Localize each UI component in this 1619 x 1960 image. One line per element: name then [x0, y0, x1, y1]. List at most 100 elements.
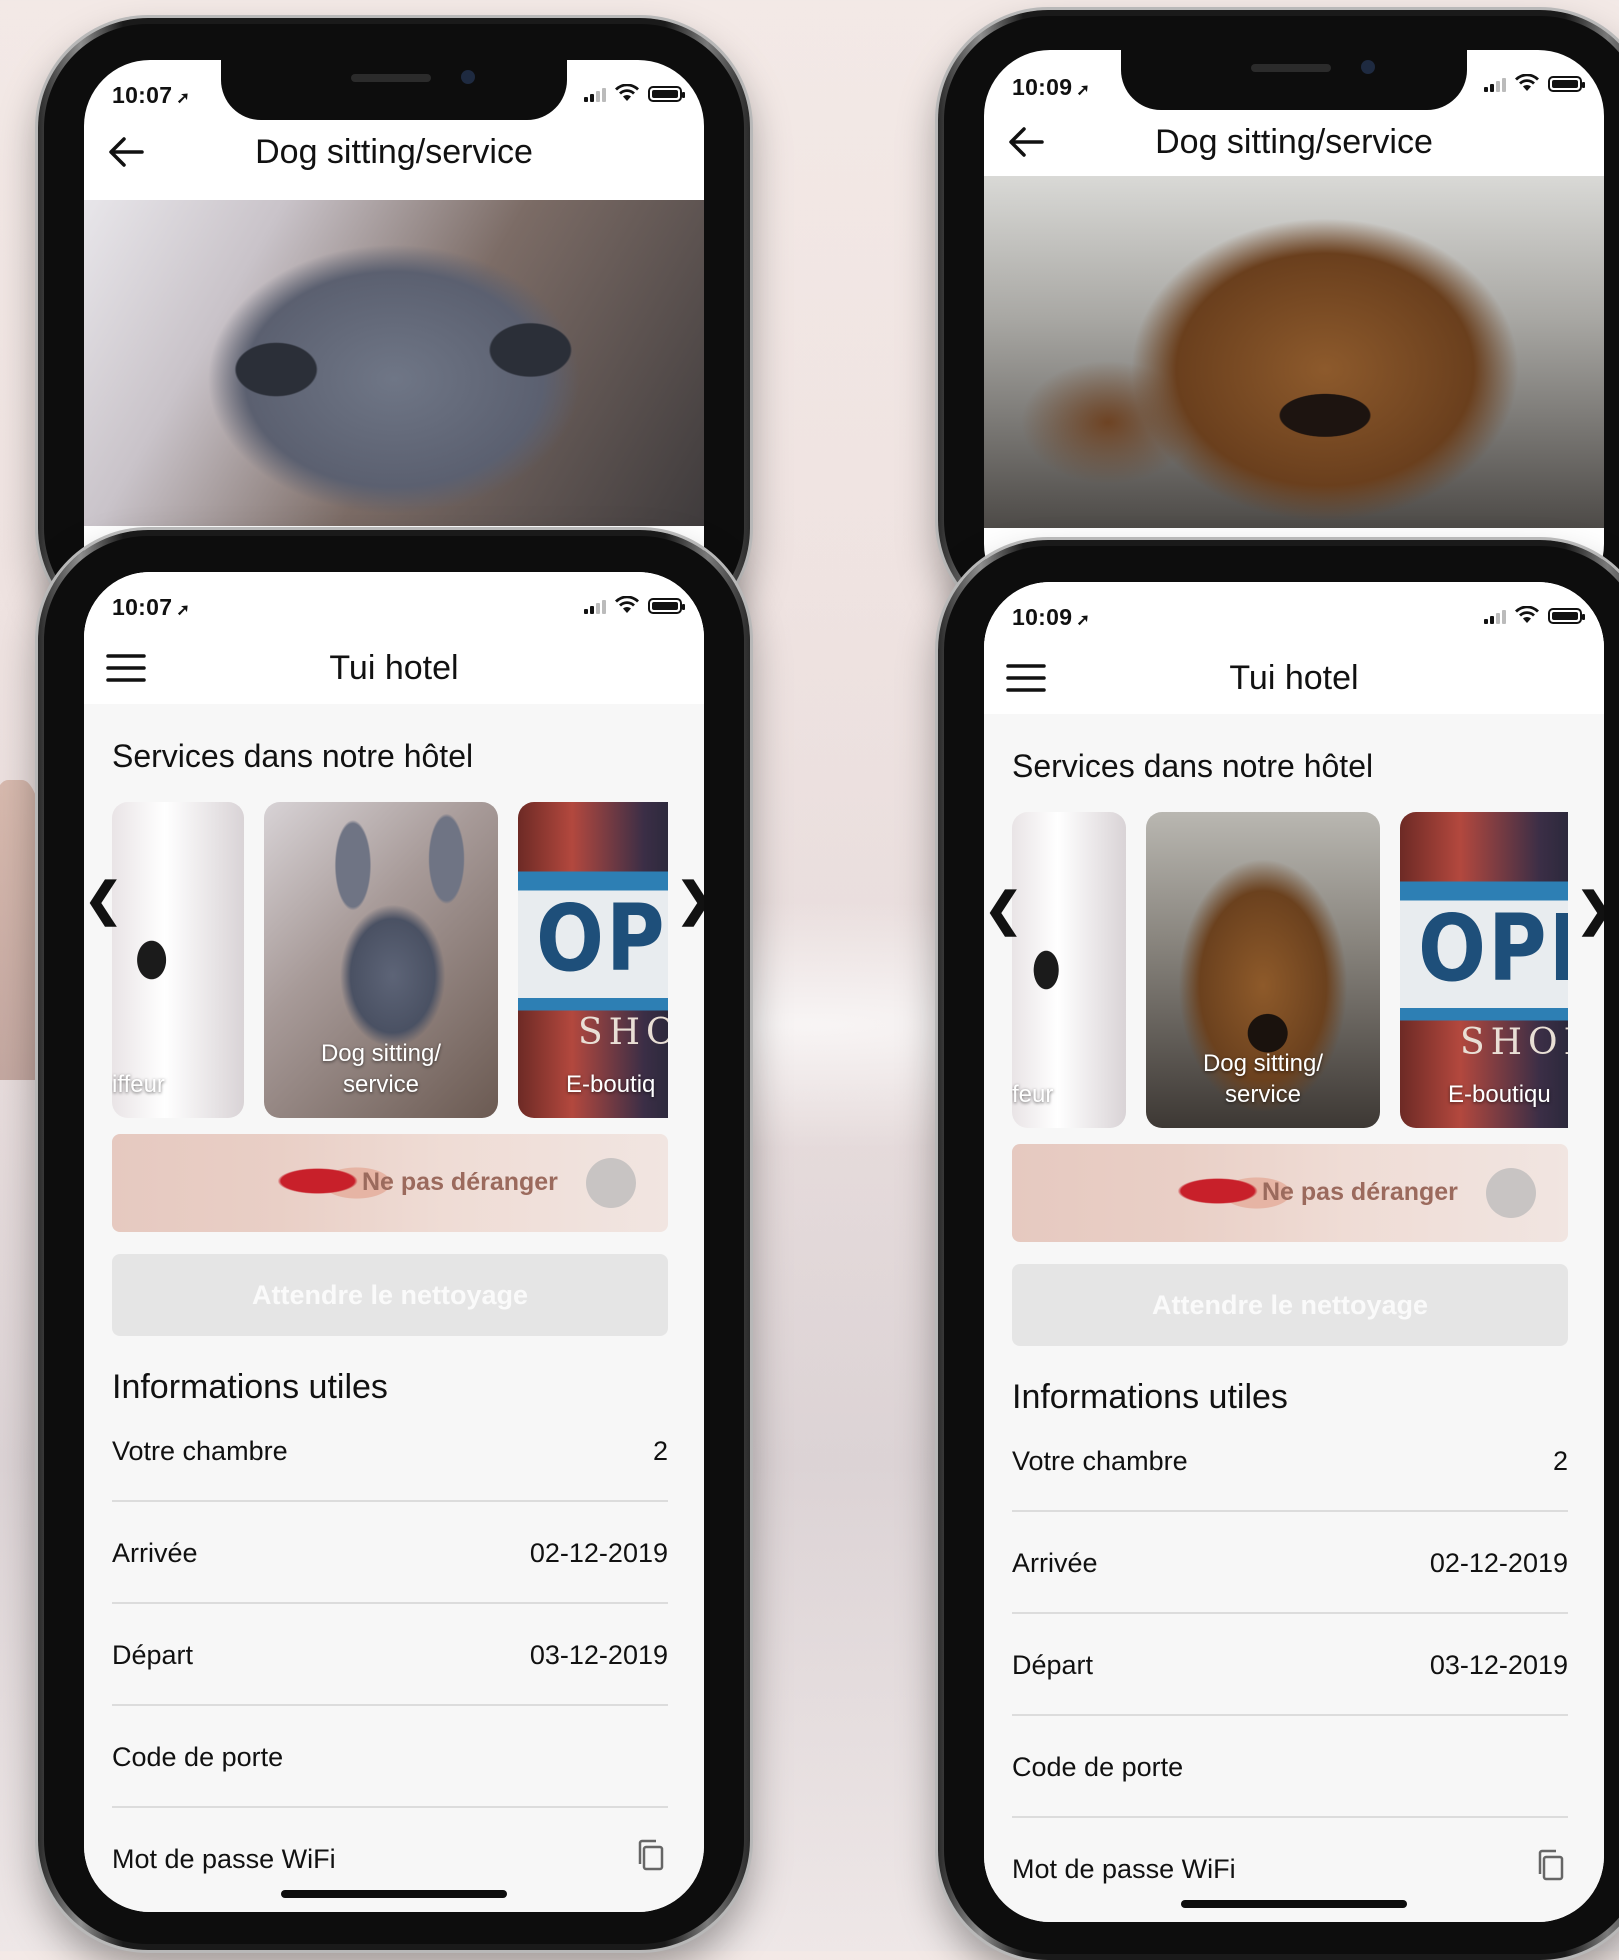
- carousel-prev-icon[interactable]: ❮: [84, 872, 123, 926]
- screen-right-front: 10:09 ➚ Tui hotel Services dans notre hôt…: [984, 582, 1604, 1922]
- status-time: 10:07 ➚: [112, 594, 191, 620]
- services-title: Services dans notre hôtel: [1012, 748, 1374, 784]
- info-label: Départ: [112, 1640, 194, 1670]
- info-label: Votre chambre: [1012, 1446, 1188, 1476]
- info-row-room: Votre chambre 2: [1012, 1428, 1568, 1530]
- cellular-signal-icon: [584, 86, 606, 102]
- service-card-coiffeur[interactable]: feur: [1012, 812, 1126, 1128]
- status-bar: 10:07 ➚: [84, 60, 704, 120]
- divider: [1012, 1816, 1568, 1818]
- status-bar: 10:09 ➚: [984, 50, 1604, 110]
- services-carousel: iffeur Dog sitting/service OPE SHOP E-bo…: [112, 802, 668, 1118]
- nav-bar: Tui hotel: [984, 642, 1604, 714]
- do-not-disturb-toggle-row[interactable]: Ne pas déranger: [1012, 1144, 1568, 1242]
- phone-right-back: 10:09 ➚ Dog sitting/service: [938, 10, 1619, 630]
- carousel-next-icon[interactable]: ❯: [1576, 882, 1604, 936]
- nav-bar: Tui hotel: [84, 632, 704, 704]
- page-title: Tui hotel: [329, 648, 459, 687]
- service-card-dog-sitting[interactable]: Dog sitting/service: [264, 802, 498, 1118]
- status-time: 10:09 ➚: [1012, 604, 1091, 630]
- info-label: Code de porte: [112, 1742, 284, 1772]
- service-card-dog-sitting[interactable]: Dog sitting/service: [1146, 812, 1380, 1128]
- info-label: Départ: [1012, 1650, 1094, 1680]
- wifi-icon: [615, 596, 639, 613]
- location-arrow-icon: ➚: [1076, 82, 1091, 99]
- copy-icon[interactable]: [634, 1838, 668, 1874]
- back-arrow-icon[interactable]: [1006, 124, 1046, 160]
- shop-sign-word: SHOP: [578, 1012, 668, 1053]
- screen-right-back: 10:09 ➚ Dog sitting/service: [984, 50, 1604, 610]
- screen-left-front: 10:07 ➚ Tui hotel Services dans notre hôt…: [84, 572, 704, 1912]
- wait-cleaning-button[interactable]: Attendre le nettoyage: [112, 1254, 668, 1336]
- service-card-e-boutique[interactable]: OPE SHOP E-boutiqu: [1400, 812, 1568, 1128]
- status-time: 10:09 ➚: [1012, 74, 1091, 100]
- page-title: Dog sitting/service: [255, 132, 533, 171]
- divider: [1012, 1714, 1568, 1716]
- info-value: 02-12-2019: [1429, 1548, 1568, 1578]
- home-indicator[interactable]: [1181, 1900, 1407, 1908]
- divider: [1012, 1612, 1568, 1614]
- do-not-disturb-switch[interactable]: [1486, 1168, 1536, 1218]
- info-label: Arrivée: [112, 1538, 198, 1568]
- info-row-door-code: Code de porte: [112, 1724, 668, 1826]
- cellular-signal-icon: [1484, 608, 1506, 624]
- status-time: 10:07 ➚: [112, 82, 191, 108]
- services-title: Services dans notre hôtel: [112, 738, 474, 774]
- carousel-prev-icon[interactable]: ❮: [984, 882, 1023, 936]
- phone-left-front: 10:07 ➚ Tui hotel Services dans notre hôt…: [38, 530, 750, 1950]
- copy-icon[interactable]: [1534, 1848, 1568, 1884]
- info-row-arrival: Arrivée 02-12-2019: [1012, 1530, 1568, 1632]
- nav-bar: Dog sitting/service: [84, 124, 704, 180]
- do-not-disturb-label: Ne pas déranger: [1262, 1178, 1458, 1206]
- service-card-label: E-boutiqu: [1448, 1081, 1551, 1108]
- info-label: Arrivée: [1012, 1548, 1098, 1578]
- service-card-e-boutique[interactable]: OPE SHOP E-boutiq: [518, 802, 668, 1118]
- info-value: 2: [1552, 1446, 1568, 1476]
- do-not-disturb-switch[interactable]: [586, 1158, 636, 1208]
- battery-icon: [1548, 76, 1585, 92]
- info-label: Votre chambre: [112, 1436, 288, 1466]
- cellular-signal-icon: [1484, 76, 1506, 92]
- service-card-label: feur: [1012, 1081, 1054, 1108]
- shop-sign-word: SHOP: [1460, 1022, 1568, 1063]
- phone-right-front: 10:09 ➚ Tui hotel Services dans notre hôt…: [938, 540, 1619, 1960]
- service-card-label: Dog sitting/service: [1202, 1050, 1324, 1108]
- info-value: 03-12-2019: [1429, 1650, 1568, 1680]
- services-carousel: feur Dog sitting/service OPE SHOP E-bout…: [1012, 812, 1568, 1128]
- divider: [112, 1704, 668, 1706]
- service-card-coiffeur[interactable]: iffeur: [112, 802, 244, 1118]
- divider: [1012, 1510, 1568, 1512]
- home-indicator[interactable]: [281, 1890, 507, 1898]
- divider: [112, 1806, 668, 1808]
- wait-cleaning-button[interactable]: Attendre le nettoyage: [1012, 1264, 1568, 1346]
- battery-icon: [648, 598, 685, 614]
- shop-sign-text: OPE: [1418, 895, 1568, 1002]
- hero-image-dog: [84, 200, 704, 526]
- shop-sign-text: OPE: [536, 885, 668, 992]
- info-row-wifi: Mot de passe WiFi: [1012, 1836, 1568, 1922]
- info-row-room: Votre chambre 2: [112, 1418, 668, 1520]
- page-title: Dog sitting/service: [1155, 122, 1433, 161]
- hamburger-menu-icon[interactable]: [106, 650, 146, 686]
- wifi-icon: [1515, 74, 1539, 91]
- wifi-icon: [1515, 606, 1539, 623]
- do-not-disturb-toggle-row[interactable]: Ne pas déranger: [112, 1134, 668, 1232]
- status-bar: 10:07 ➚: [84, 572, 704, 632]
- divider: [112, 1500, 668, 1502]
- hamburger-menu-icon[interactable]: [1006, 660, 1046, 696]
- info-row-door-code: Code de porte: [1012, 1734, 1568, 1836]
- info-row-wifi: Mot de passe WiFi: [112, 1826, 668, 1912]
- battery-icon: [648, 86, 685, 102]
- cellular-signal-icon: [584, 598, 606, 614]
- info-label: Code de porte: [1012, 1752, 1184, 1782]
- battery-icon: [1548, 608, 1585, 624]
- info-row-departure: Départ 03-12-2019: [1012, 1632, 1568, 1734]
- page-title: Tui hotel: [1229, 658, 1359, 697]
- divider: [112, 1602, 668, 1604]
- carousel-next-icon[interactable]: ❯: [676, 872, 704, 926]
- info-label: Mot de passe WiFi: [1012, 1854, 1236, 1884]
- info-value: 2: [652, 1436, 668, 1466]
- info-value: 02-12-2019: [529, 1538, 668, 1568]
- info-title: Informations utiles: [1012, 1378, 1288, 1416]
- back-arrow-icon[interactable]: [106, 134, 146, 170]
